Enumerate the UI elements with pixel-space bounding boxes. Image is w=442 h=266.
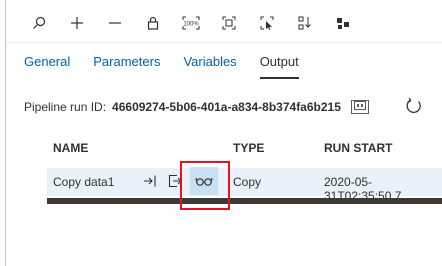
toolbar-divider — [6, 42, 442, 43]
pipeline-output-panel: 100% — [5, 0, 442, 266]
input-icon[interactable] — [143, 174, 157, 188]
highlight-annotation — [180, 161, 230, 210]
zoom-in-icon[interactable] — [66, 12, 88, 34]
pipeline-run-info: Pipeline run ID: 46609274-5b06-401a-a834… — [24, 100, 369, 114]
activity-name[interactable]: Copy data1 — [53, 175, 114, 189]
copy-icon[interactable] — [350, 100, 369, 114]
search-icon[interactable] — [28, 12, 50, 34]
canvas-toolbar: 100% — [28, 12, 370, 34]
tab-output[interactable]: Output — [259, 54, 299, 79]
column-header-run-start[interactable]: RUN START — [324, 141, 392, 155]
table-header: NAME TYPE RUN START — [47, 138, 442, 160]
tab-bar: General Parameters Variables Output — [24, 54, 322, 79]
fit-to-screen-icon[interactable] — [218, 12, 240, 34]
pipeline-run-label: Pipeline run ID: — [24, 100, 107, 114]
layout-icon[interactable] — [332, 12, 354, 34]
pipeline-run-id: 46609274-5b06-401a-a834-8b374fa6b215 — [112, 100, 341, 114]
tab-parameters[interactable]: Parameters — [93, 54, 160, 79]
column-header-type[interactable]: TYPE — [233, 141, 264, 155]
tab-variables[interactable]: Variables — [183, 54, 236, 79]
svg-text:100%: 100% — [183, 22, 199, 28]
tab-general[interactable]: General — [24, 54, 70, 79]
activity-type: Copy — [233, 175, 262, 189]
auto-align-icon[interactable] — [294, 12, 316, 34]
refresh-icon[interactable] — [404, 96, 424, 121]
zoom-out-icon[interactable] — [104, 12, 126, 34]
lock-icon[interactable] — [142, 12, 164, 34]
table-row[interactable]: Copy data1 Copy 2020-05-31T02:35:50.7 — [47, 168, 442, 203]
horizontal-scrollbar[interactable] — [47, 198, 442, 204]
select-icon[interactable] — [256, 12, 278, 34]
column-header-name[interactable]: NAME — [53, 141, 88, 155]
zoom-100-icon[interactable]: 100% — [180, 12, 202, 34]
